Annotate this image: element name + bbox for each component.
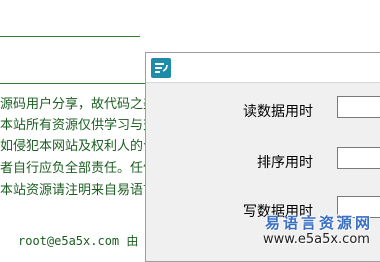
footer-email: root@e5a5x.com 由 xyxy=(18,234,139,248)
notice-line-2: 本站所有资源仅供学习与交 xyxy=(0,118,157,133)
read-time-label: 读数据用时 xyxy=(243,104,313,120)
notice-line-1: 源码用户分享，故代码之美 xyxy=(0,97,157,112)
watermark-title: 易语言资源网 xyxy=(265,214,374,232)
notice-line-3: 如侵犯本网站及权利人的合 xyxy=(0,139,157,154)
site-watermark: 易语言资源网 www.e5a5x.com xyxy=(255,210,380,250)
sort-time-label: 排序用时 xyxy=(257,155,313,171)
sort-time-field[interactable] xyxy=(337,147,380,169)
notice-line-4: 者自行应负全部责任。任何人 xyxy=(0,161,170,176)
watermark-url: www.e5a5x.com xyxy=(263,232,370,247)
notice-line-5: 本站资源请注明来自易语言源 xyxy=(0,183,170,198)
dialog-titlebar[interactable] xyxy=(146,53,380,83)
app-logo-icon xyxy=(151,58,171,78)
read-time-field[interactable] xyxy=(337,96,380,118)
divider-line xyxy=(0,36,140,37)
